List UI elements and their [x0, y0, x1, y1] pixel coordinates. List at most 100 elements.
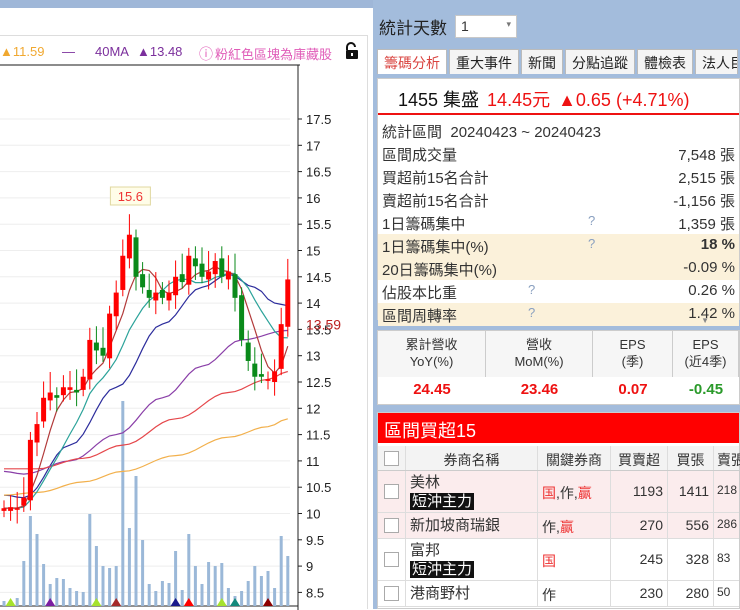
- tab-health-check[interactable]: 體檢表: [637, 49, 693, 74]
- candle-body: [272, 371, 278, 382]
- candle-body: [93, 342, 99, 351]
- buy-value: 328: [668, 539, 714, 580]
- days-select[interactable]: 1 ▾: [455, 15, 517, 38]
- y-tick-label: 14: [306, 296, 320, 311]
- metric-header: EPS (季): [593, 331, 673, 377]
- metric-value: 24.45: [413, 381, 451, 398]
- candle-body: [179, 274, 185, 283]
- row-checkbox[interactable]: [384, 586, 399, 601]
- table-row[interactable]: 新加坡商瑞銀 作,赢 270 556 286: [378, 513, 739, 539]
- volume-bar: [127, 528, 131, 606]
- col-broker[interactable]: 券商名稱: [406, 446, 538, 470]
- help-icon[interactable]: ?: [528, 282, 535, 297]
- volume-bar: [2, 601, 6, 606]
- stat-value: 2,515 張: [678, 170, 735, 187]
- candle-body: [74, 389, 80, 393]
- days-value: 1: [461, 18, 469, 34]
- short-term-tag: 短沖主力: [410, 561, 475, 578]
- volume-bar: [174, 551, 178, 606]
- volume-bar: [167, 583, 171, 606]
- candle-body: [252, 363, 258, 377]
- row-checkbox[interactable]: [384, 552, 399, 567]
- table-row[interactable]: 美林 短沖主力 国,作,赢 1193 1411 218: [378, 471, 739, 513]
- broker-name[interactable]: 港商野村: [410, 584, 537, 603]
- volume-bar: [207, 562, 211, 606]
- stat-row: 1日籌碼集中(%)? 18 %: [378, 234, 739, 257]
- net-value: 230: [611, 581, 668, 606]
- volume-bar: [108, 568, 112, 606]
- table-row[interactable]: 富邦 短沖主力 国 245 328 83: [378, 539, 739, 581]
- net-buy-top15: 區間買超15 券商名稱 關鍵券商 買賣超 買張 賣張 美林 短沖主力 国,作,赢 …: [377, 412, 740, 609]
- stat-row: 區間成交量 7,548 張: [378, 142, 739, 165]
- volume-bar: [94, 546, 98, 606]
- row-checkbox[interactable]: [384, 518, 399, 533]
- y-tick-label: 12: [306, 401, 320, 416]
- col-sell[interactable]: 賣張: [714, 446, 740, 470]
- candle-body: [21, 497, 27, 506]
- stat-label: 買超前15名合計: [382, 170, 489, 187]
- metric-header: 累計營收 YoY(%): [378, 331, 486, 377]
- candle-body: [153, 292, 159, 301]
- tab-major-events[interactable]: 重大事件: [449, 49, 519, 74]
- col-key-broker[interactable]: 關鍵券商: [538, 446, 611, 470]
- signal-marker-icon: [170, 598, 181, 606]
- candle-body: [107, 313, 113, 359]
- stock-change: ▲0.65 (+4.71%): [558, 90, 690, 110]
- broker-name[interactable]: 新加坡商瑞銀: [410, 516, 537, 535]
- tab-news[interactable]: 新聞: [521, 49, 563, 74]
- stats-box: 1455 集盛 14.45元 ▲0.65 (+4.71%) 統計區間 2024042…: [377, 78, 740, 326]
- volume-bar: [286, 556, 290, 606]
- candle-body: [47, 392, 53, 401]
- tab-branch-tracking[interactable]: 分點追蹤: [565, 49, 635, 74]
- metric-header: 營收 MoM(%): [486, 331, 593, 377]
- col-net[interactable]: 買賣超: [611, 446, 668, 470]
- buy-value: 1411: [668, 471, 714, 512]
- stat-row: 賣超前15名合計 -1,156 張: [378, 188, 739, 211]
- help-icon[interactable]: ?: [588, 236, 595, 251]
- help-icon[interactable]: ?: [588, 213, 595, 228]
- stat-value: -0.09 %: [683, 259, 735, 276]
- metric-header-line2: MoM(%): [514, 354, 564, 369]
- candle-body: [192, 258, 198, 267]
- y-tick-label: 11.5: [306, 428, 330, 443]
- y-tick-label: 16: [306, 191, 320, 206]
- candle-body: [239, 295, 245, 340]
- metric-header: EPS (近4季): [673, 331, 739, 377]
- buy-value: 280: [668, 581, 714, 606]
- y-tick-label: 15: [306, 244, 320, 259]
- chip-analysis-panel: 統計天數 1▾ 籌碼分析 重大事件 新聞 分點追蹤 體檢表 法人目 1455 集…: [373, 0, 740, 609]
- candle-body: [278, 324, 284, 369]
- tab-chip-analysis[interactable]: 籌碼分析: [377, 49, 447, 74]
- stat-value: 1.42 %: [688, 305, 735, 322]
- candle-body: [212, 261, 218, 275]
- candle-body: [166, 292, 172, 301]
- broker-name[interactable]: 富邦: [410, 541, 537, 560]
- sell-value: 83: [717, 551, 731, 565]
- candle-body: [14, 508, 20, 510]
- help-icon[interactable]: ?: [528, 305, 535, 320]
- sell-value: 50: [717, 585, 731, 599]
- candle-body: [258, 374, 264, 377]
- table-header: 券商名稱 關鍵券商 買賣超 買張 賣張: [378, 446, 740, 471]
- table-row[interactable]: 港商野村 作 230 280 50: [378, 581, 739, 607]
- stat-row: 20日籌碼集中(%) -0.09 %: [378, 257, 739, 280]
- select-all-checkbox[interactable]: [384, 451, 399, 466]
- row-checkbox[interactable]: [384, 484, 399, 499]
- candle-body: [126, 234, 132, 259]
- key-tag-foreign: 国: [542, 553, 556, 569]
- volume-bar: [61, 579, 65, 606]
- broker-name[interactable]: 美林: [410, 473, 537, 492]
- signal-marker-icon: [111, 598, 122, 606]
- tab-institutional[interactable]: 法人目: [695, 49, 738, 74]
- signal-marker-icon: [263, 598, 273, 606]
- period-value: 20240423 ~ 20240423: [450, 124, 601, 141]
- candle-body: [120, 255, 126, 290]
- y-tick-label: 15.5: [306, 217, 331, 232]
- candle-body: [225, 271, 231, 280]
- scroll-down-icon[interactable]: ▼: [701, 316, 709, 325]
- candle-body: [60, 387, 66, 396]
- col-buy[interactable]: 買張: [668, 446, 714, 470]
- ma-line-ma60: [4, 370, 288, 470]
- candlestick-chart[interactable]: 17.51716.51615.51514.51413.51312.51211.5…: [0, 36, 368, 610]
- stat-label: 賣超前15名合計: [382, 193, 489, 210]
